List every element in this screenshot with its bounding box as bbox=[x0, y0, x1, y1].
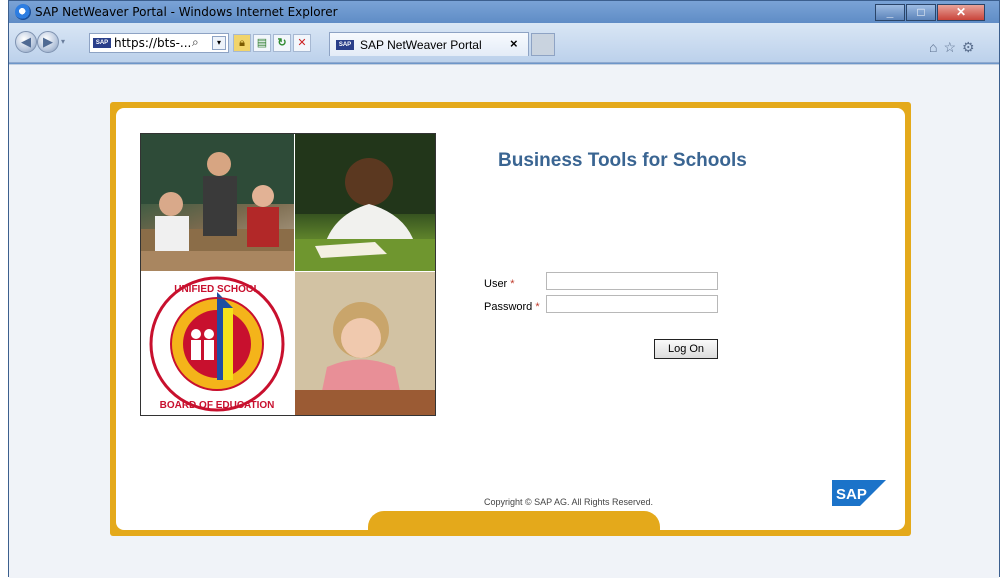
address-bar[interactable]: SAP https://bts-... ⌕ ▾ bbox=[89, 33, 229, 53]
log-on-button[interactable]: Log On bbox=[654, 339, 718, 359]
sap-favicon-icon: SAP bbox=[336, 40, 354, 50]
tab-label: SAP NetWeaver Portal bbox=[360, 38, 482, 52]
compatibility-view-icon[interactable]: ▤ bbox=[253, 34, 271, 52]
address-url[interactable]: https://bts-... bbox=[114, 36, 191, 50]
forward-button[interactable]: ▶ bbox=[37, 31, 59, 53]
password-label-text: Password bbox=[484, 301, 533, 313]
required-marker: * bbox=[510, 278, 515, 290]
browser-window: SAP NetWeaver Portal - Windows Internet … bbox=[8, 0, 1000, 578]
svg-text:UNIFIED SCHOOL: UNIFIED SCHOOL bbox=[174, 284, 260, 295]
title-bar: SAP NetWeaver Portal - Windows Internet … bbox=[9, 1, 999, 23]
stop-icon[interactable]: ✕ bbox=[293, 34, 311, 52]
home-icon[interactable]: ⌂ bbox=[929, 39, 943, 55]
ie-logo-icon bbox=[15, 4, 31, 20]
new-tab-button[interactable] bbox=[531, 33, 555, 56]
student-reading-photo bbox=[295, 134, 435, 271]
tab-sap-netweaver-portal[interactable]: SAP SAP NetWeaver Portal × bbox=[329, 32, 529, 56]
sap-favicon-icon: SAP bbox=[93, 38, 111, 48]
portal-panel: UNIFIED SCHOOL BOARD OF EDUCATION Busine… bbox=[116, 108, 905, 530]
window-title: SAP NetWeaver Portal - Windows Internet … bbox=[35, 5, 338, 19]
address-dropdown-icon[interactable]: ▾ bbox=[212, 36, 226, 50]
sap-logo: SAP bbox=[832, 480, 886, 506]
search-icon[interactable]: ⌕ bbox=[192, 35, 199, 50]
copyright-text: Copyright © SAP AG. All Rights Reserved. bbox=[484, 497, 654, 507]
maximize-button[interactable]: □ bbox=[906, 4, 936, 21]
girl-thinking-photo bbox=[295, 272, 435, 415]
close-window-button[interactable]: ✕ bbox=[937, 4, 985, 21]
navigation-bar: ◀ ▶ ▾ SAP https://bts-... ⌕ ▾ 🔒︎ ▤ ↻ ✕ S… bbox=[9, 23, 999, 63]
user-input[interactable] bbox=[546, 272, 718, 290]
password-label: Password * bbox=[484, 301, 540, 313]
svg-text:SAP: SAP bbox=[836, 486, 867, 503]
page-title: Business Tools for Schools bbox=[498, 150, 747, 171]
user-label: User * bbox=[484, 278, 515, 290]
password-input[interactable] bbox=[546, 295, 718, 313]
page-content: UNIFIED SCHOOL BOARD OF EDUCATION Busine… bbox=[9, 64, 999, 578]
browser-right-icons: ⌂☆⚙ bbox=[929, 39, 981, 56]
lock-icon[interactable]: 🔒︎ bbox=[233, 34, 251, 52]
required-marker: * bbox=[535, 301, 540, 313]
refresh-icon[interactable]: ↻ bbox=[273, 34, 291, 52]
lausd-seal: UNIFIED SCHOOL BOARD OF EDUCATION bbox=[141, 272, 294, 415]
portal-frame: UNIFIED SCHOOL BOARD OF EDUCATION Busine… bbox=[110, 102, 911, 536]
portal-bottom-tab bbox=[368, 511, 660, 533]
history-dropdown-icon[interactable]: ▾ bbox=[61, 37, 65, 46]
photo-collage: UNIFIED SCHOOL BOARD OF EDUCATION bbox=[140, 133, 436, 416]
favorites-icon[interactable]: ☆ bbox=[943, 39, 962, 55]
tools-icon[interactable]: ⚙ bbox=[962, 39, 981, 55]
user-label-text: User bbox=[484, 278, 508, 290]
classroom-photo bbox=[141, 134, 294, 271]
close-tab-button[interactable]: × bbox=[510, 36, 518, 51]
svg-text:BOARD OF EDUCATION: BOARD OF EDUCATION bbox=[160, 400, 275, 411]
back-button[interactable]: ◀ bbox=[15, 31, 37, 53]
minimize-button[interactable]: _ bbox=[875, 4, 905, 21]
